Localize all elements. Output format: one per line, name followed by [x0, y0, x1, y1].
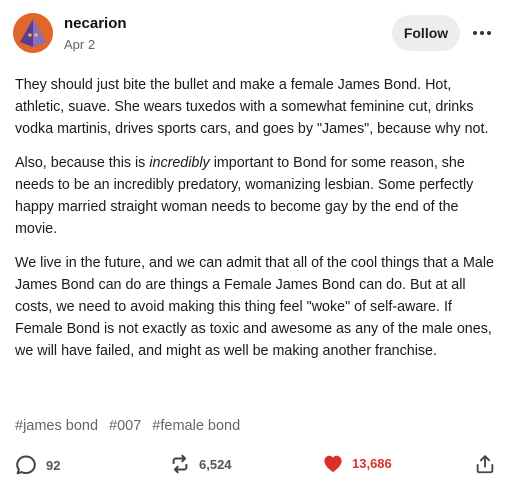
reblog-count: 6,524 [199, 456, 232, 472]
reply-icon [16, 455, 36, 475]
like-button[interactable]: 13,686 [322, 453, 392, 473]
heart-icon [324, 455, 342, 473]
tag-james-bond[interactable]: #james bond [15, 418, 98, 434]
avatar[interactable] [13, 13, 53, 53]
reblog-icon [172, 454, 188, 474]
follow-button[interactable]: Follow [392, 15, 460, 51]
paragraph-1: They should just bite the bullet and mak… [15, 77, 489, 137]
post-card: necarion Apr 2 Follow They should just b… [0, 0, 512, 494]
paragraph-2: Also, because this is incredibly importa… [15, 152, 499, 240]
username[interactable]: necarion [64, 15, 127, 32]
post-body: They should just bite the bullet and mak… [15, 74, 499, 374]
share-button[interactable] [474, 453, 496, 475]
paragraph-3: We live in the future, and we can admit … [15, 255, 494, 359]
tag-007[interactable]: #007 [109, 418, 141, 434]
more-options-icon[interactable] [470, 22, 494, 44]
paragraph-2-start: Also, because this is [15, 155, 150, 171]
tag-list: #james bond #007 #female bond [15, 418, 240, 434]
post-footer: 92 6,524 13,686 [0, 450, 512, 480]
reblog-button[interactable]: 6,524 [169, 453, 232, 475]
reply-button[interactable]: 92 [14, 453, 60, 477]
paragraph-2-emphasis: incredibly [149, 155, 210, 171]
tag-female-bond[interactable]: #female bond [152, 418, 240, 434]
share-icon [476, 455, 494, 474]
reply-count: 92 [46, 457, 61, 473]
like-count: 13,686 [352, 455, 392, 471]
post-date[interactable]: Apr 2 [64, 37, 95, 52]
